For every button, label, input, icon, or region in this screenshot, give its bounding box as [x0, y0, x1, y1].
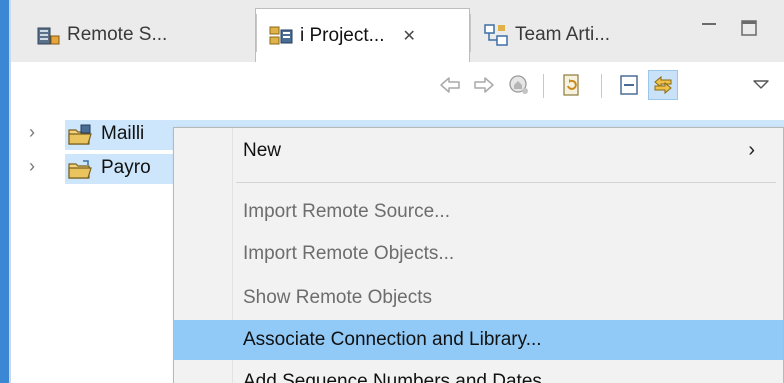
- toolbar-separator: [601, 74, 602, 98]
- window-edge: [0, 0, 9, 383]
- maximize-icon[interactable]: [737, 16, 761, 40]
- menu-item-label: Show Remote Objects: [243, 287, 433, 308]
- forward-icon[interactable]: [469, 70, 499, 100]
- tab-label: Remote S...: [67, 24, 168, 45]
- menu-divider: [236, 182, 776, 183]
- menu-item-label: Import Remote Source...: [243, 201, 450, 222]
- menu-item-show-remote-objects[interactable]: Show Remote Objects: [174, 278, 783, 318]
- view-menu-icon[interactable]: [746, 70, 776, 100]
- toolbar-separator: [543, 74, 544, 98]
- chevron-right-icon[interactable]: ›: [29, 122, 35, 143]
- tab-label: Team Arti...: [515, 24, 611, 45]
- tab-label: i Project...: [300, 24, 385, 46]
- refresh-icon[interactable]: [556, 70, 586, 100]
- menu-item-new[interactable]: New ›: [174, 131, 783, 171]
- project-folder-icon: [68, 124, 92, 145]
- close-icon[interactable]: ✕: [402, 26, 415, 46]
- context-menu: New › Import Remote Source... Import Rem…: [173, 127, 784, 383]
- view-tab-bar: Remote S... i Project... ✕ Team Arti...: [11, 0, 784, 63]
- menu-item-label: New: [243, 140, 282, 161]
- view-toolbar: [11, 62, 784, 108]
- tree-item-label: Payro: [101, 157, 151, 178]
- tab-team-artifacts[interactable]: Team Arti...: [471, 8, 691, 62]
- tab-separator: [256, 14, 257, 52]
- menu-item-associate-connection[interactable]: Associate Connection and Library...: [174, 320, 783, 360]
- tree-item-label: Mailli: [101, 123, 145, 144]
- team-artifacts-icon: [484, 24, 508, 46]
- collapse-all-icon[interactable]: [614, 70, 644, 100]
- chevron-right-icon[interactable]: ›: [29, 156, 35, 177]
- tab-project-explorer[interactable]: i Project... ✕: [255, 8, 470, 62]
- menu-item-label: Add Sequence Numbers and Dates: [243, 371, 542, 383]
- menu-item-import-remote-source[interactable]: Import Remote Source...: [174, 192, 783, 232]
- tab-remote-systems[interactable]: Remote S...: [23, 8, 255, 62]
- home-icon[interactable]: [504, 70, 534, 100]
- menu-item-import-remote-objects[interactable]: Import Remote Objects...: [174, 234, 783, 274]
- project-explorer-icon: [269, 26, 293, 44]
- tab-separator: [470, 14, 471, 52]
- minimize-icon[interactable]: [697, 16, 721, 40]
- menu-item-label: Associate Connection and Library...: [243, 329, 542, 350]
- menu-item-label: Import Remote Objects...: [243, 243, 455, 264]
- remote-systems-icon: [37, 27, 60, 45]
- back-icon[interactable]: [435, 70, 465, 100]
- ide-window: Remote S... i Project... ✕ Team Arti...: [0, 0, 784, 383]
- project-folder-icon: [68, 160, 92, 179]
- menu-item-add-sequence-numbers[interactable]: Add Sequence Numbers and Dates: [174, 362, 783, 383]
- submenu-arrow-icon: ›: [748, 139, 755, 161]
- link-with-editor-icon[interactable]: [648, 70, 678, 100]
